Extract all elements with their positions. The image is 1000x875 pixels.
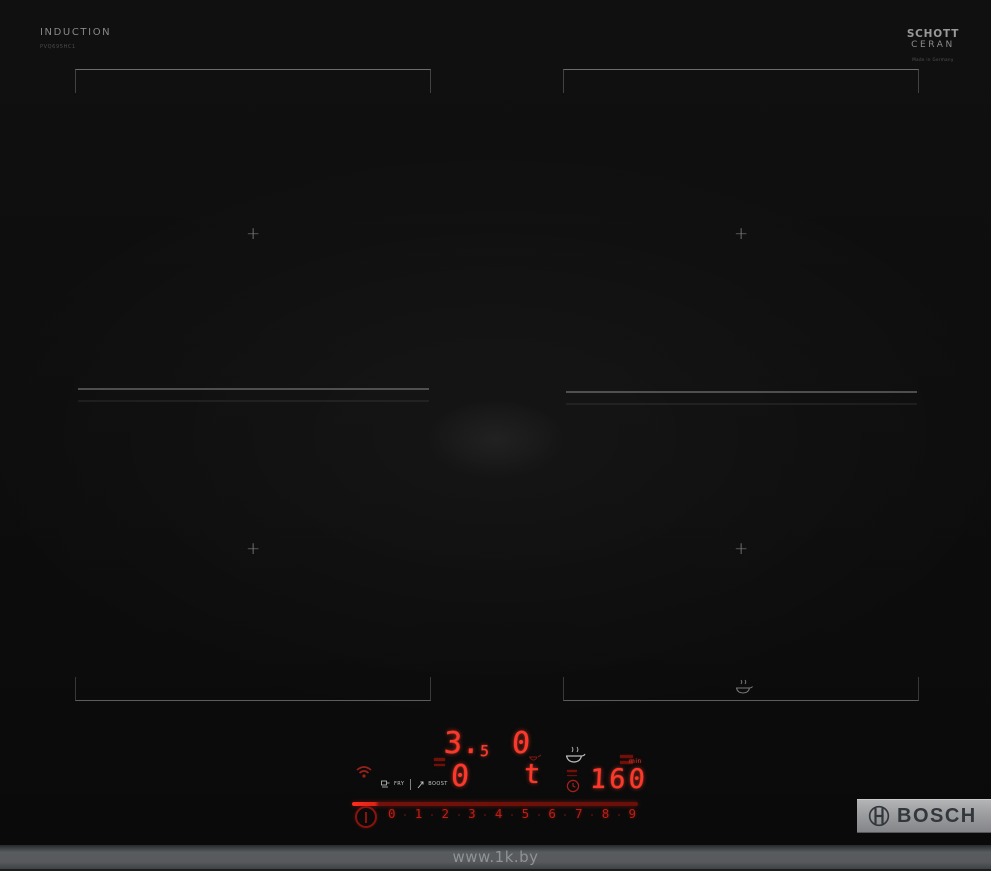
level-dot [564,813,567,816]
zone-left-divider-line [78,388,429,390]
bosch-logo-icon [868,805,890,827]
level-key-7[interactable]: 7 [575,808,583,821]
zone-rear-right-bracket [563,69,919,93]
level-dot [484,813,487,816]
zone-left-divider-line2 [78,400,429,402]
level-dot [617,813,620,816]
zone-rear-right-center-mark: + [734,224,749,244]
level-dot [591,813,594,816]
timer-display: 160 [589,764,649,795]
display-rear-left-value: 3. [443,726,482,761]
watermark: www.1k.by [452,848,539,866]
power-level-keys: 0 1 2 3 4 5 6 7 8 9 [388,806,636,823]
boost-key-label: BOOST [428,781,448,787]
level-key-5[interactable]: 5 [522,808,530,821]
level-key-0[interactable]: 0 [388,808,396,821]
level-key-2[interactable]: 2 [441,808,449,821]
fry-key-label: FRY [394,781,405,787]
zone-right-divider-line2 [566,403,917,405]
zone-right-divider-line [566,391,917,393]
display-rear-left: 3. 5 [443,726,490,761]
power-level-slider-bar[interactable] [352,802,638,806]
front-edge-strip: www.1k.by [0,845,991,869]
level-key-4[interactable]: 4 [495,808,503,821]
home-connect-wifi-icon[interactable] [355,763,373,779]
display-rear-left-subdigit: 5 [479,742,490,760]
bosch-logo-text: BOSCH [897,804,977,827]
fry-pan-key-icon [381,780,390,788]
level-dot [457,813,460,816]
fry-boost-key-legend[interactable]: FRY BOOST [381,779,448,790]
display-front-right: t [523,759,542,790]
fry-sensor-pan-on-glass-icon [733,678,754,696]
level-dot [537,813,540,816]
zone-rear-left-center-mark: + [246,224,261,244]
level-dot [404,813,407,816]
front-edge-shadow [0,869,991,871]
fry-level-segments [567,770,577,779]
schott-logo-line2: CERAN [911,40,955,50]
level-dot [511,813,513,816]
boost-key-icon [417,781,424,788]
timer-clock-icon[interactable] [566,779,580,793]
legend-divider [410,779,412,790]
hob-photo: INDUCTION PVQ695HC1 SCHOTT CERAN Made in… [0,0,991,871]
level-key-8[interactable]: 8 [602,808,610,821]
induction-print: INDUCTION [40,27,112,38]
display-front-left: 0 [450,759,471,794]
schott-ceran-logo: SCHOTT CERAN Made in Germany [905,29,961,65]
level-key-1[interactable]: 1 [415,808,423,821]
model-number: PVQ695HC1 [40,44,76,50]
schott-logo-subtext: Made in Germany [912,57,954,62]
schott-logo-line1: SCHOTT [906,28,960,40]
level-key-3[interactable]: 3 [468,808,476,821]
display-front-right-group: t [523,752,542,790]
level-key-9[interactable]: 9 [628,808,636,821]
level-key-6[interactable]: 6 [548,808,556,821]
level-dot [430,813,433,816]
zone-front-left-bracket [75,677,431,701]
timer-unit-label: min [629,758,642,765]
bosch-badge: BOSCH [857,799,991,833]
ceran-glass-surface [0,0,991,871]
zone-rear-left-bracket [75,69,431,93]
power-icon [365,811,367,823]
zone-front-right-center-mark: + [734,539,749,559]
power-button[interactable] [355,806,377,828]
zone-front-left-center-mark: + [246,539,261,559]
fry-sensor-key-icon[interactable] [563,745,587,764]
